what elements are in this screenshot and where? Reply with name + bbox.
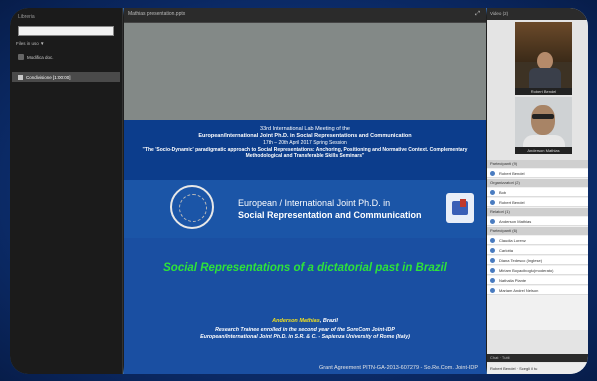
participant-name: Miriam Boyaciboglu(moderato) [499, 268, 554, 273]
slide-info: Research Trainee enrolled in the second … [124, 327, 486, 341]
search-input[interactable] [18, 26, 114, 36]
user-icon [490, 238, 495, 243]
participants-list: Partecipanti (9) Robert Bendel Organizza… [487, 160, 588, 330]
slide-title: Social Representations of a dictatorial … [163, 262, 447, 274]
list-item[interactable]: Carlotta [487, 246, 588, 255]
slide-line-4: "The 'Socio-Dynamic' paradigmatic approa… [142, 147, 468, 159]
grant-text: Grant Agreement PITN-GA-2013-607279 - So… [319, 365, 478, 371]
presenters-header[interactable]: Relatori (1) [487, 208, 588, 216]
participant-name: Bob [499, 190, 507, 195]
list-item[interactable]: Diana Tedesco (Inglese) [487, 256, 588, 265]
app-window: Libreria Files in uso ▼ Modifica doc. Co… [10, 8, 588, 374]
document-icon [18, 54, 24, 60]
files-in-use-dropdown[interactable]: Files in uso ▼ [16, 41, 44, 46]
file-icon [18, 74, 23, 80]
list-item[interactable]: Nathalia Plante [487, 276, 588, 285]
program-line-2: Social Representation and Communication [238, 210, 422, 220]
video-name-1: Robert Bendel [515, 88, 572, 95]
program-line-1: European / International Joint Ph.D. in [238, 198, 391, 208]
list-item[interactable]: Mariam Andrel Nelson [487, 286, 588, 295]
info-line-2: European/International Joint Ph.D. in S.… [200, 334, 410, 341]
chat-header[interactable]: Chat · Tutti [487, 354, 588, 362]
participant-name: Robert Bendel [499, 171, 525, 176]
user-icon [490, 268, 495, 273]
fullscreen-icon[interactable]: ⤢ [475, 11, 480, 18]
chat-input[interactable]: Robert Bendel · Scegli il tu [487, 363, 588, 374]
user-icon [490, 171, 495, 176]
user-icon [490, 248, 495, 253]
slide-line-1: 33rd International Lab Meeting of the [260, 126, 350, 132]
user-icon [490, 258, 495, 263]
author-name: Anderson Mathias [272, 318, 320, 324]
participants-header[interactable]: Partecipanti (9) [487, 160, 588, 168]
list-item[interactable]: Robert Bendel [487, 169, 588, 178]
hosts-header[interactable]: Organizzatori (2) [487, 179, 588, 187]
side-panel: Video (2) Robert Bendel Anderson Mathias… [487, 8, 588, 374]
presentation-header: Mathias presentation.pptx ⤢ [124, 8, 486, 23]
list-item[interactable]: Claudia Lorenz [487, 236, 588, 245]
participant-name: Carlotta [499, 248, 514, 253]
participant-name: Mariam Andrel Nelson [499, 288, 539, 293]
presentation-title: Mathias presentation.pptx [128, 11, 186, 17]
video-feed-2[interactable] [515, 97, 572, 154]
slide-author: Anderson Mathias, Brazil [124, 318, 486, 324]
list-item[interactable]: Anderson Mathias [487, 217, 588, 226]
user-icon [490, 190, 495, 195]
share-item-label: Condivisione [1:00:00] [26, 74, 71, 80]
slide-line-2: European/International Joint Ph.D. in So… [198, 133, 412, 139]
slide-meeting-band: 33rd International Lab Meeting of the Eu… [124, 120, 486, 180]
video-feed-1[interactable] [515, 22, 572, 88]
library-title: Libreria [18, 14, 35, 20]
participant-name: Claudia Lorenz [499, 238, 526, 243]
info-line-1: Research Trainee enrolled in the second … [215, 327, 395, 333]
library-panel: Libreria Files in uso ▼ Modifica doc. Co… [10, 8, 123, 374]
participant-name: Nathalia Plante [499, 278, 527, 283]
user-icon [490, 278, 495, 283]
user-icon [490, 288, 495, 293]
slide-header-image [124, 23, 486, 120]
slide-line-3: 17th – 20th April 2017 Spring Session [263, 140, 347, 146]
author-city: , Brazil [319, 318, 338, 324]
video-pod-title: Video (2) [487, 8, 588, 20]
list-item[interactable]: Miriam Boyaciboglu(moderato) [487, 266, 588, 275]
presentation-slide: 33rd International Lab Meeting of the Eu… [124, 23, 486, 374]
attendees-header[interactable]: Partecipanti (6) [487, 227, 588, 235]
seal-logo [170, 185, 214, 229]
participant-name: Diana Tedesco (Inglese) [499, 258, 543, 263]
share-item[interactable]: Condivisione [1:00:00] [12, 72, 120, 82]
user-icon [490, 219, 495, 224]
edit-doc-button[interactable]: Modifica doc. [18, 54, 54, 60]
participant-name: Robert Bendel [499, 200, 525, 205]
video-name-2: Anderson Mathias [515, 147, 572, 154]
user-icon [490, 200, 495, 205]
edit-doc-label: Modifica doc. [27, 54, 54, 60]
list-item[interactable]: Robert Bendel [487, 198, 588, 207]
list-item[interactable]: Bob [487, 188, 588, 197]
sorecom-logo [446, 193, 474, 223]
participant-name: Anderson Mathias [499, 219, 532, 224]
